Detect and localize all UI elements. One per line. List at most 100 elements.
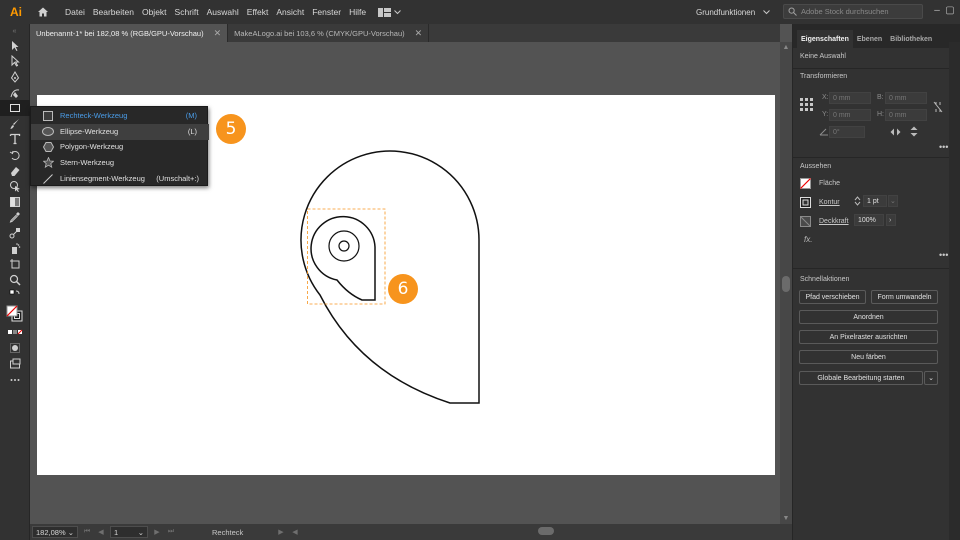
- app-logo: Ai: [10, 5, 22, 19]
- more-options-icon[interactable]: •••: [939, 142, 948, 152]
- menu-bearbeiten[interactable]: Bearbeiten: [89, 7, 138, 17]
- status-menu-icon[interactable]: ▶: [276, 528, 286, 536]
- color-mode-buttons[interactable]: [0, 325, 30, 341]
- opacity-label[interactable]: Deckkraft: [819, 218, 849, 225]
- default-colors-swap[interactable]: [0, 288, 30, 304]
- menu-schrift[interactable]: Schrift: [171, 7, 203, 17]
- artboard-tool[interactable]: [0, 256, 30, 272]
- flip-horizontal-icon[interactable]: [890, 128, 901, 138]
- selection-tool[interactable]: [0, 38, 30, 54]
- workspace-switcher[interactable]: Grundfunktionen: [692, 4, 774, 20]
- stock-search-input[interactable]: Adobe Stock durchsuchen: [783, 4, 923, 19]
- flyout-item-polygon[interactable]: Polygon-Werkzeug: [31, 139, 209, 155]
- edit-toolbar-button[interactable]: [0, 372, 30, 388]
- y-input[interactable]: 0 mm: [829, 109, 871, 121]
- direct-selection-tool[interactable]: [0, 54, 30, 70]
- curvature-tool[interactable]: [0, 85, 30, 101]
- stroke-label[interactable]: Kontur: [819, 199, 840, 206]
- rotate-tool[interactable]: [0, 147, 30, 163]
- more-options-icon[interactable]: •••: [939, 250, 948, 260]
- angle-input[interactable]: 0°: [829, 126, 865, 138]
- first-artboard-icon[interactable]: ⏮: [82, 528, 92, 536]
- width-input[interactable]: 0 mm: [885, 92, 927, 104]
- zoom-tool[interactable]: [0, 272, 30, 288]
- align-pixel-grid-button[interactable]: An Pixelraster ausrichten: [799, 330, 938, 344]
- type-tool[interactable]: [0, 132, 30, 148]
- convert-shape-button[interactable]: Form umwandeln: [871, 290, 938, 304]
- menu-objekt[interactable]: Objekt: [138, 7, 171, 17]
- symbol-sprayer-tool[interactable]: [0, 241, 30, 257]
- stroke-stepper-icon[interactable]: [854, 195, 861, 209]
- prev-artboard-icon[interactable]: ◀: [96, 528, 106, 536]
- flip-vertical-icon[interactable]: [910, 126, 918, 139]
- opacity-slider-button[interactable]: ›: [886, 214, 896, 226]
- offset-path-button[interactable]: Pfad verschieben: [799, 290, 866, 304]
- fill-stroke-swatches[interactable]: [0, 303, 30, 325]
- pen-tool[interactable]: [0, 69, 30, 85]
- eyedropper-tool[interactable]: [0, 210, 30, 226]
- stroke-weight-dropdown[interactable]: ⌄: [888, 195, 898, 207]
- menu-ansicht[interactable]: Ansicht: [272, 7, 308, 17]
- shape-builder-tool[interactable]: [0, 178, 30, 194]
- height-input[interactable]: 0 mm: [885, 109, 927, 121]
- eraser-tool[interactable]: [0, 163, 30, 179]
- menu-auswahl[interactable]: Auswahl: [203, 7, 243, 17]
- small-drop-shape[interactable]: [310, 215, 376, 301]
- menu-effekt[interactable]: Effekt: [243, 7, 273, 17]
- panel-grip-icon[interactable]: «: [0, 24, 29, 38]
- menu-datei[interactable]: Datei: [61, 7, 89, 17]
- fx-icon[interactable]: fx.: [804, 235, 812, 244]
- stroke-swatch-icon[interactable]: [800, 197, 811, 210]
- zoom-level-field[interactable]: 182,08% ⌄: [32, 526, 78, 538]
- tab-unbenannt[interactable]: Unbenannt-1* bei 182,08 % (RGB/GPU-Vorsc…: [30, 24, 229, 42]
- scroll-left-icon[interactable]: ◀: [290, 528, 300, 536]
- close-icon[interactable]: ✕: [214, 28, 222, 39]
- tab-bibliotheken[interactable]: Bibliotheken: [886, 30, 936, 48]
- menu-fenster[interactable]: Fenster: [308, 7, 345, 17]
- vertical-scrollbar[interactable]: ▲ ▼: [780, 42, 792, 524]
- global-edit-options-button[interactable]: ⌄: [924, 371, 938, 385]
- draw-mode-tool[interactable]: [0, 341, 30, 357]
- close-icon[interactable]: ✕: [415, 28, 423, 39]
- panel-scrollbar[interactable]: [949, 42, 960, 540]
- menu-hilfe[interactable]: Hilfe: [345, 7, 370, 17]
- arrange-button[interactable]: Anordnen: [799, 310, 938, 324]
- home-button[interactable]: [35, 4, 51, 20]
- blend-tool[interactable]: [0, 225, 30, 241]
- flyout-item-star[interactable]: Stern-Werkzeug: [31, 155, 209, 171]
- outer-ring-circle[interactable]: [328, 230, 360, 262]
- recolor-button[interactable]: Neu färben: [799, 350, 938, 364]
- scroll-up-icon[interactable]: ▲: [780, 44, 792, 51]
- scroll-down-icon[interactable]: ▼: [780, 515, 792, 522]
- flyout-item-line-segment[interactable]: Liniensegment-Werkzeug (Umschalt+:): [31, 171, 209, 187]
- last-artboard-icon[interactable]: ⏭: [166, 528, 176, 536]
- global-edit-button[interactable]: Globale Bearbeitung starten: [799, 371, 923, 385]
- constrain-proportions-icon[interactable]: [933, 101, 943, 115]
- opacity-swatch-icon[interactable]: [800, 216, 811, 229]
- tab-makealogo[interactable]: MakeALogo.ai bei 103,6 % (CMYK/GPU-Vorsc…: [228, 24, 430, 42]
- flyout-item-label: Stern-Werkzeug: [60, 158, 115, 168]
- maximize-button[interactable]: ▢: [945, 6, 955, 16]
- blend-icon: [9, 227, 20, 239]
- x-input[interactable]: 0 mm: [829, 92, 871, 104]
- horizontal-scroll-thumb[interactable]: [538, 527, 554, 535]
- fill-swatch-icon[interactable]: [800, 178, 811, 191]
- artboard-number-field[interactable]: 1 ⌄: [110, 526, 148, 538]
- next-artboard-icon[interactable]: ▶: [152, 528, 162, 536]
- opacity-input[interactable]: 100%: [854, 214, 884, 226]
- flyout-item-rectangle[interactable]: Rechteck-Werkzeug (M): [31, 108, 209, 124]
- step-badge: 5: [216, 114, 246, 144]
- flyout-item-ellipse[interactable]: Ellipse-Werkzeug (L): [31, 124, 209, 140]
- paintbrush-tool[interactable]: [0, 116, 30, 132]
- stroke-weight-input[interactable]: 1 pt: [863, 195, 887, 207]
- tab-eigenschaften[interactable]: Eigenschaften: [797, 30, 853, 48]
- rectangle-tool[interactable]: [0, 100, 30, 116]
- reference-point-icon[interactable]: [800, 98, 813, 113]
- tab-ebenen[interactable]: Ebenen: [853, 30, 886, 48]
- gradient-tool[interactable]: [0, 194, 30, 210]
- minimize-button[interactable]: –: [932, 6, 942, 16]
- scroll-thumb[interactable]: [782, 276, 790, 292]
- arrange-documents-button[interactable]: [378, 7, 401, 17]
- screen-mode-tool[interactable]: [0, 356, 30, 372]
- inner-ring-circle[interactable]: [338, 240, 350, 252]
